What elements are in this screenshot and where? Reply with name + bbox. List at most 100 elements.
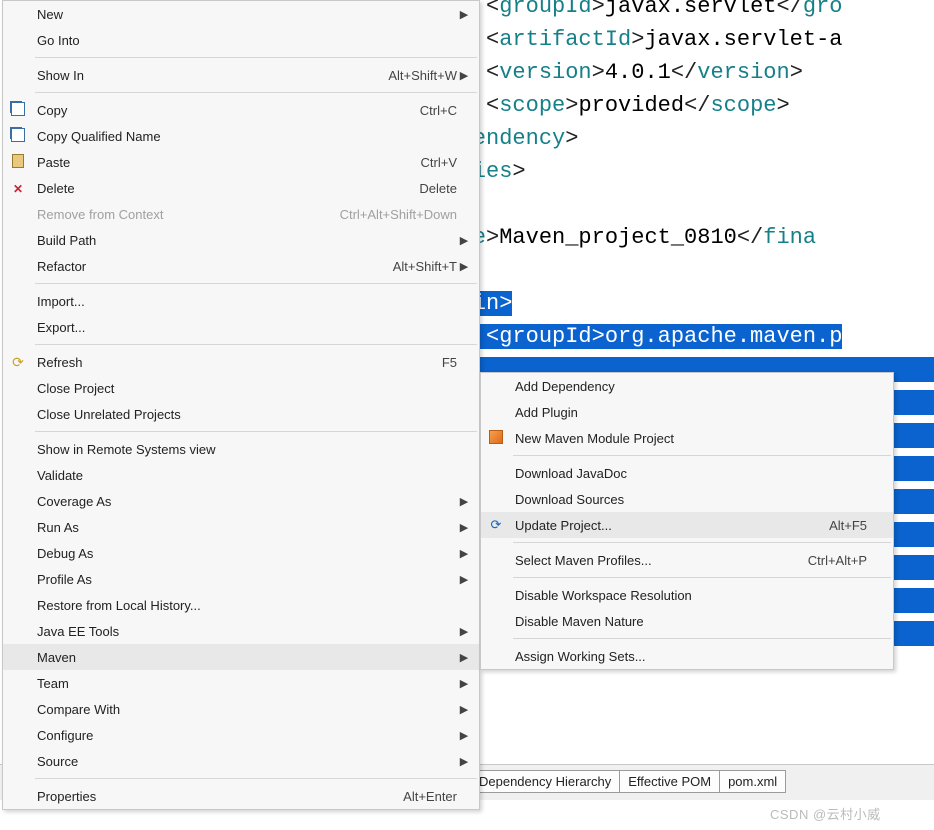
menu-item-label: Show In	[33, 68, 378, 83]
menu-separator	[35, 92, 477, 93]
menu-separator	[513, 638, 891, 639]
chevron-right-icon: ▶	[457, 703, 471, 716]
maven-submenu-item-download-sources[interactable]: Download Sources	[481, 486, 893, 512]
maven-submenu-item-new-maven-module-project[interactable]: New Maven Module Project	[481, 425, 893, 451]
context-menu-item-validate[interactable]: Validate	[3, 462, 479, 488]
update-project-icon	[491, 517, 502, 533]
menu-item-label: Run As	[33, 520, 457, 535]
menu-item-label: New Maven Module Project	[511, 431, 871, 446]
context-menu-item-debug-as[interactable]: Debug As▶	[3, 540, 479, 566]
editor-tab-effective-pom[interactable]: Effective POM	[619, 770, 720, 793]
menu-item-label: Build Path	[33, 233, 457, 248]
menu-item-label: Coverage As	[33, 494, 457, 509]
maven-submenu-item-disable-maven-nature[interactable]: Disable Maven Nature	[481, 608, 893, 634]
watermark: CSDN @云村小威	[770, 804, 881, 823]
context-menu-item-close-project[interactable]: Close Project	[3, 375, 479, 401]
maven-submenu-item-assign-working-sets[interactable]: Assign Working Sets...	[481, 643, 893, 669]
editor-tab-pom-xml[interactable]: pom.xml	[719, 770, 786, 793]
menu-item-shortcut: Alt+Shift+T	[383, 259, 457, 274]
menu-item-label: Copy	[33, 103, 410, 118]
menu-item-label: Go Into	[33, 33, 457, 48]
menu-item-label: Remove from Context	[33, 207, 330, 222]
chevron-right-icon: ▶	[457, 651, 471, 664]
context-menu-item-maven[interactable]: Maven▶	[3, 644, 479, 670]
editor-tabs: Dependency HierarchyEffective POMpom.xml	[470, 770, 785, 793]
context-menu-item-close-unrelated-projects[interactable]: Close Unrelated Projects	[3, 401, 479, 427]
context-menu-item-compare-with[interactable]: Compare With▶	[3, 696, 479, 722]
menu-item-label: Paste	[33, 155, 411, 170]
menu-item-label: Team	[33, 676, 457, 691]
context-menu-item-import[interactable]: Import...	[3, 288, 479, 314]
menu-item-label: Properties	[33, 789, 393, 804]
menu-item-label: Assign Working Sets...	[511, 649, 871, 664]
menu-item-shortcut: Ctrl+C	[410, 103, 457, 118]
context-menu-item-refactor[interactable]: RefactorAlt+Shift+T▶	[3, 253, 479, 279]
context-menu-item-build-path[interactable]: Build Path▶	[3, 227, 479, 253]
chevron-right-icon: ▶	[457, 495, 471, 508]
menu-item-label: Profile As	[33, 572, 457, 587]
maven-submenu: Add Dependency Add Plugin New Maven Module…	[480, 372, 894, 670]
menu-separator	[35, 344, 477, 345]
context-menu-item-refresh[interactable]: RefreshF5	[3, 349, 479, 375]
editor-tab-dependency-hierarchy[interactable]: Dependency Hierarchy	[470, 770, 620, 793]
context-menu-item-run-as[interactable]: Run As▶	[3, 514, 479, 540]
menu-item-label: Refresh	[33, 355, 432, 370]
menu-item-label: Add Plugin	[511, 405, 871, 420]
menu-item-label: Maven	[33, 650, 457, 665]
context-menu-item-copy[interactable]: CopyCtrl+C	[3, 97, 479, 123]
copy-icon	[11, 102, 25, 119]
menu-item-label: Show in Remote Systems view	[33, 442, 457, 457]
menu-separator	[35, 778, 477, 779]
context-menu-item-profile-as[interactable]: Profile As▶	[3, 566, 479, 592]
maven-submenu-item-add-dependency[interactable]: Add Dependency	[481, 373, 893, 399]
chevron-right-icon: ▶	[457, 69, 471, 82]
context-menu-item-configure[interactable]: Configure▶	[3, 722, 479, 748]
menu-item-label: New	[33, 7, 457, 22]
menu-item-shortcut: Delete	[409, 181, 457, 196]
menu-separator	[513, 577, 891, 578]
context-menu-item-delete[interactable]: DeleteDelete	[3, 175, 479, 201]
context-menu-item-coverage-as[interactable]: Coverage As▶	[3, 488, 479, 514]
maven-submenu-item-disable-workspace-resolution[interactable]: Disable Workspace Resolution	[481, 582, 893, 608]
maven-submenu-item-select-maven-profiles[interactable]: Select Maven Profiles...Ctrl+Alt+P	[481, 547, 893, 573]
menu-item-label: Download JavaDoc	[511, 466, 871, 481]
context-menu-item-source[interactable]: Source▶	[3, 748, 479, 774]
menu-item-label: Disable Workspace Resolution	[511, 588, 871, 603]
context-menu-item-team[interactable]: Team▶	[3, 670, 479, 696]
context-menu-item-copy-qualified-name[interactable]: Copy Qualified Name	[3, 123, 479, 149]
context-menu-item-paste[interactable]: PasteCtrl+V	[3, 149, 479, 175]
menu-item-shortcut: F5	[432, 355, 457, 370]
chevron-right-icon: ▶	[457, 234, 471, 247]
context-menu-item-remove-from-context: Remove from ContextCtrl+Alt+Shift+Down	[3, 201, 479, 227]
context-menu: New▶Go IntoShow InAlt+Shift+W▶CopyCtrl+C…	[2, 0, 480, 810]
copy-qualified-name-icon	[11, 128, 25, 145]
menu-item-label: Download Sources	[511, 492, 871, 507]
menu-separator	[35, 431, 477, 432]
maven-submenu-item-add-plugin[interactable]: Add Plugin	[481, 399, 893, 425]
menu-item-label: Close Unrelated Projects	[33, 407, 457, 422]
context-menu-item-java-ee-tools[interactable]: Java EE Tools▶	[3, 618, 479, 644]
maven-submenu-item-download-javadoc[interactable]: Download JavaDoc	[481, 460, 893, 486]
context-menu-item-go-into[interactable]: Go Into	[3, 27, 479, 53]
menu-item-label: Compare With	[33, 702, 457, 717]
menu-item-label: Export...	[33, 320, 457, 335]
context-menu-item-new[interactable]: New▶	[3, 1, 479, 27]
menu-separator	[513, 542, 891, 543]
menu-item-label: Update Project...	[511, 518, 819, 533]
context-menu-item-show-in[interactable]: Show InAlt+Shift+W▶	[3, 62, 479, 88]
chevron-right-icon: ▶	[457, 573, 471, 586]
menu-item-label: Delete	[33, 181, 409, 196]
menu-item-shortcut: Ctrl+V	[411, 155, 457, 170]
context-menu-item-export[interactable]: Export...	[3, 314, 479, 340]
chevron-right-icon: ▶	[457, 677, 471, 690]
delete-icon	[13, 181, 23, 196]
menu-item-label: Disable Maven Nature	[511, 614, 871, 629]
chevron-right-icon: ▶	[457, 547, 471, 560]
refresh-icon	[12, 355, 24, 370]
maven-submenu-item-update-project[interactable]: Update Project...Alt+F5	[481, 512, 893, 538]
context-menu-item-properties[interactable]: PropertiesAlt+Enter	[3, 783, 479, 809]
context-menu-item-restore-from-local-history[interactable]: Restore from Local History...	[3, 592, 479, 618]
new-maven-module-project-icon	[489, 430, 503, 447]
menu-item-label: Close Project	[33, 381, 457, 396]
context-menu-item-show-in-remote-systems[interactable]: Show in Remote Systems view	[3, 436, 479, 462]
